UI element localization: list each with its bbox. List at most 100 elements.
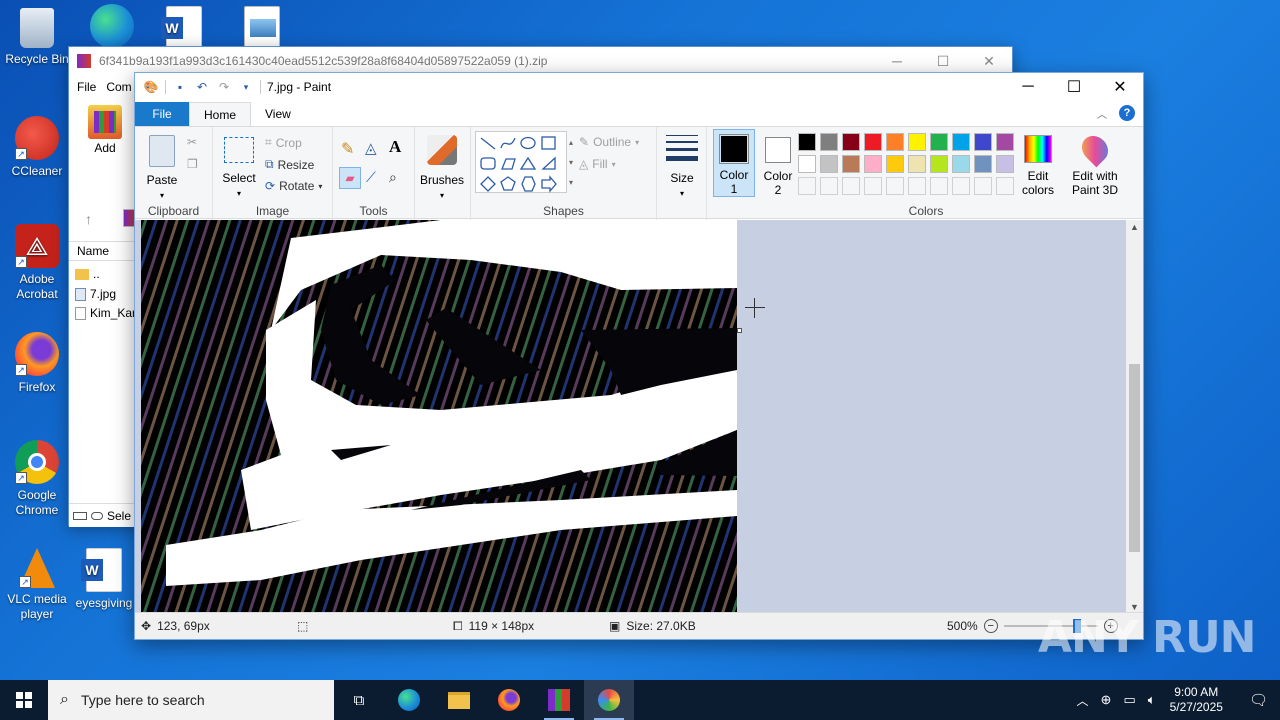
color2-button[interactable]: Color 2 [757, 129, 799, 197]
redo-icon[interactable]: ↷ [216, 79, 232, 95]
image-canvas[interactable] [141, 220, 737, 614]
maximize-icon[interactable]: ☐ [920, 47, 966, 75]
copy-icon[interactable]: ❐ [187, 157, 198, 171]
palette-empty-slot[interactable] [974, 177, 992, 195]
fill-button[interactable]: ◬ Fill ▾ [579, 157, 616, 171]
help-icon[interactable]: ? [1119, 105, 1135, 121]
select-button[interactable]: Select ▾ [219, 131, 259, 201]
palette-empty-slot[interactable] [996, 177, 1014, 195]
paste-button[interactable]: Paste ▾ [143, 131, 181, 203]
text-tool-icon[interactable]: A [389, 137, 401, 157]
taskbar-search-box[interactable]: ⌕ Type here to search [48, 680, 334, 720]
pencil-icon[interactable]: ✎ [341, 139, 354, 159]
palette-swatch[interactable] [930, 133, 948, 151]
scroll-down-icon[interactable]: ▼ [1130, 602, 1139, 612]
crop-button[interactable]: ⌗ Crop [265, 135, 302, 150]
shapes-gallery[interactable] [475, 131, 567, 193]
up-arrow-icon[interactable]: ↑ [85, 211, 92, 227]
taskbar-winrar[interactable] [534, 680, 584, 720]
magnifier-icon[interactable]: ⌕ [389, 169, 397, 186]
file-row[interactable]: Kim_Kar [75, 304, 136, 322]
show-hidden-icons-icon[interactable]: ︿ [1071, 692, 1095, 709]
palette-swatch[interactable] [820, 155, 838, 173]
minimize-ribbon-icon[interactable]: ︿ [1097, 106, 1107, 121]
desktop-icon-vlc[interactable]: ↗ VLC media player [1, 548, 73, 622]
menu-commands[interactable]: Com [106, 80, 131, 94]
palette-swatch[interactable] [842, 155, 860, 173]
palette-empty-slot[interactable] [952, 177, 970, 195]
tab-file[interactable]: File [135, 102, 189, 126]
desktop-icon-recycle-bin[interactable]: Recycle Bin [1, 8, 73, 67]
palette-swatch[interactable] [974, 155, 992, 173]
palette-swatch[interactable] [864, 133, 882, 151]
palette-swatch[interactable] [930, 155, 948, 173]
scrollbar-thumb[interactable] [1129, 364, 1140, 552]
palette-swatch[interactable] [952, 133, 970, 151]
zoom-out-icon[interactable]: − [983, 619, 998, 633]
palette-swatch[interactable] [886, 133, 904, 151]
maximize-icon[interactable]: ☐ [1051, 73, 1097, 101]
start-button[interactable] [0, 680, 48, 720]
scroll-up-icon[interactable]: ▲ [1130, 222, 1139, 232]
palette-empty-slot[interactable] [886, 177, 904, 195]
eraser-icon[interactable]: ▰ [339, 167, 361, 189]
desktop-icon-edge[interactable] [76, 4, 148, 52]
canvas-resize-handle[interactable] [737, 328, 742, 333]
palette-swatch[interactable] [974, 133, 992, 151]
shapes-scroll-icon[interactable]: ▴ ▾ ▾ [569, 133, 573, 193]
color-picker-icon[interactable]: ⟋ [366, 169, 376, 186]
palette-swatch[interactable] [908, 155, 926, 173]
size-button[interactable]: Size ▾ [663, 131, 701, 201]
desktop-icon-firefox[interactable]: ↗ Firefox [1, 332, 73, 395]
outline-button[interactable]: ✎ Outline ▾ [579, 135, 639, 149]
rotate-button[interactable]: ⟳ Rotate ▾ [265, 179, 322, 193]
palette-swatch[interactable] [798, 133, 816, 151]
palette-swatch[interactable] [952, 155, 970, 173]
minimize-icon[interactable]: ─ [874, 47, 920, 75]
palette-swatch[interactable] [908, 133, 926, 151]
paint-window[interactable]: 🎨 ▪ ↶ ↷ ▾ 7.jpg - Paint ─ ☐ ✕ File Home … [134, 72, 1144, 640]
edit-colors-button[interactable]: Edit colors [1021, 131, 1055, 197]
tab-home[interactable]: Home [189, 102, 252, 126]
desktop-icon-adobe-acrobat[interactable]: ⟁ ↗ Adobe Acrobat [1, 224, 73, 302]
palette-swatch[interactable] [886, 155, 904, 173]
minimize-icon[interactable]: ─ [1005, 73, 1051, 101]
volume-icon[interactable]: 🔈︎ [1142, 692, 1162, 708]
taskbar-paint[interactable] [584, 680, 634, 720]
menu-file[interactable]: File [77, 80, 96, 94]
network-icon[interactable]: ▭ [1117, 692, 1141, 708]
desktop-icon-google-chrome[interactable]: ↗ Google Chrome [1, 440, 73, 518]
notifications-icon[interactable]: 🗨︎ [1237, 691, 1280, 709]
desktop-icon-eyesgiving[interactable]: W eyesgiving [68, 548, 140, 611]
file-row[interactable]: .. [75, 265, 100, 283]
palette-swatch[interactable] [798, 155, 816, 173]
taskbar-clock[interactable]: 9:00 AM 5/27/2025 [1170, 685, 1223, 715]
taskbar-firefox[interactable] [484, 680, 534, 720]
brushes-button[interactable]: Brushes ▾ [419, 131, 465, 203]
undo-icon[interactable]: ↶ [194, 79, 210, 95]
fill-bucket-icon[interactable]: ◬ [365, 139, 377, 157]
desktop-icon-ccleaner[interactable]: ↗ CCleaner [1, 116, 73, 179]
palette-empty-slot[interactable] [864, 177, 882, 195]
palette-swatch[interactable] [996, 155, 1014, 173]
file-row[interactable]: 7.jpg [75, 285, 116, 303]
canvas-area[interactable] [135, 220, 1127, 614]
customize-quick-access-icon[interactable]: ▾ [238, 79, 254, 95]
task-view-button[interactable]: ⧉ [334, 680, 384, 720]
close-icon[interactable]: ✕ [966, 47, 1012, 75]
palette-empty-slot[interactable] [930, 177, 948, 195]
palette-empty-slot[interactable] [798, 177, 816, 195]
color1-button[interactable]: Color 1 [713, 129, 755, 197]
resize-button[interactable]: ⧉ Resize [265, 157, 314, 172]
cut-icon[interactable]: ✂ [187, 135, 197, 149]
palette-swatch[interactable] [820, 133, 838, 151]
palette-empty-slot[interactable] [820, 177, 838, 195]
taskbar-edge[interactable] [384, 680, 434, 720]
palette-swatch[interactable] [842, 133, 860, 151]
close-icon[interactable]: ✕ [1097, 73, 1143, 101]
winrar-titlebar[interactable]: 6f341b9a193f1a993d3c161430c40ead5512c539… [69, 47, 1012, 75]
vertical-scrollbar[interactable]: ▲ ▼ [1126, 220, 1143, 614]
paint-titlebar[interactable]: 🎨 ▪ ↶ ↷ ▾ 7.jpg - Paint [135, 73, 1143, 101]
palette-empty-slot[interactable] [908, 177, 926, 195]
network-status-icon[interactable]: ⊕ [1095, 692, 1118, 708]
